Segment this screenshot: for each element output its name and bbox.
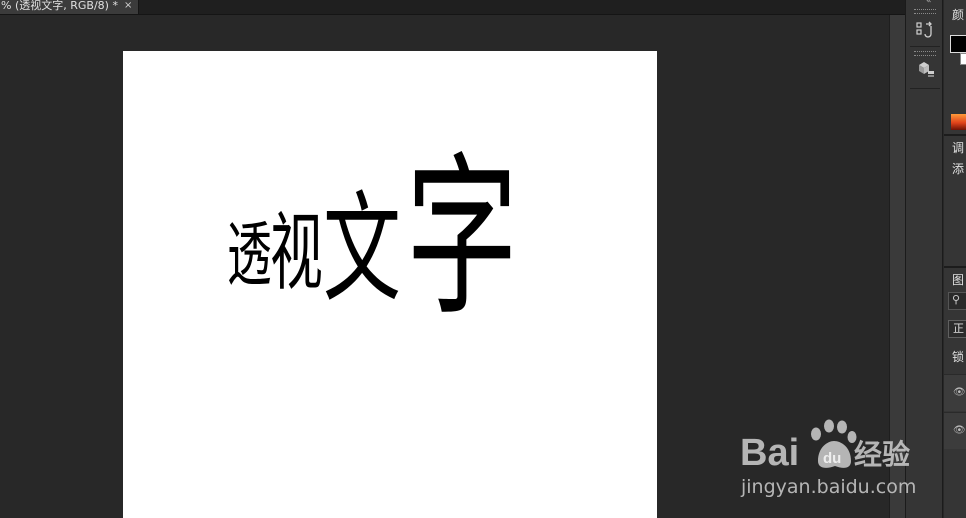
- right-panel-column: 颜 调 添 图 ⚲ 正 锁 👁 👁: [944, 0, 966, 518]
- document-canvas[interactable]: 透 视 文 字: [123, 51, 657, 518]
- dock-separator: [910, 88, 940, 89]
- history-icon[interactable]: [915, 20, 935, 40]
- dock-separator: [910, 46, 940, 47]
- char-shi: 视: [270, 204, 323, 302]
- lock-label: 锁: [952, 350, 965, 364]
- dock-grip[interactable]: [914, 51, 936, 56]
- watermark-url: jingyan.baidu.com: [740, 476, 916, 498]
- char-tou: 透: [227, 213, 272, 296]
- layer-row[interactable]: 👁: [944, 374, 966, 411]
- layers-panel-header[interactable]: 图: [952, 271, 964, 288]
- document-tab[interactable]: % (透视文字, RGB/8) * ×: [0, 0, 139, 14]
- foreground-color-swatch[interactable]: [950, 35, 966, 53]
- baidu-jingyan-watermark: Bai du 经验 jingyan.baidu.com: [740, 419, 916, 498]
- add-adjustment-label: 添: [952, 162, 965, 176]
- watermark-product: 经验: [854, 438, 910, 471]
- blend-mode-value: 正: [953, 322, 964, 335]
- watermark-brand: Bai: [740, 432, 799, 474]
- adjustments-panel-header[interactable]: 调: [952, 139, 964, 156]
- char-zi: 字: [406, 138, 518, 340]
- 3d-properties-icon[interactable]: [915, 59, 935, 79]
- collapse-panels-icon[interactable]: «: [926, 0, 932, 6]
- panel-separator: [944, 266, 966, 268]
- color-panel-header[interactable]: 颜: [952, 6, 964, 23]
- background-color-swatch[interactable]: [960, 53, 966, 65]
- panel-separator: [944, 134, 966, 136]
- watermark-brand-suffix: du: [823, 450, 841, 467]
- color-spectrum[interactable]: [951, 114, 966, 130]
- char-wen: 文: [323, 180, 401, 318]
- close-tab-icon[interactable]: ×: [124, 0, 132, 13]
- document-tab-bar: % (透视文字, RGB/8) * ×: [0, 0, 905, 15]
- layer-row[interactable]: 👁: [944, 412, 966, 449]
- document-tab-title: % (透视文字, RGB/8) *: [1, 0, 118, 12]
- layer-filter-box[interactable]: ⚲: [948, 292, 966, 310]
- dock-grip[interactable]: [914, 9, 936, 14]
- search-icon: ⚲: [952, 293, 961, 306]
- perspective-text-layer[interactable]: 透 视 文 字: [123, 51, 657, 518]
- visibility-eye-icon[interactable]: 👁: [953, 425, 966, 436]
- visibility-eye-icon[interactable]: 👁: [953, 387, 966, 398]
